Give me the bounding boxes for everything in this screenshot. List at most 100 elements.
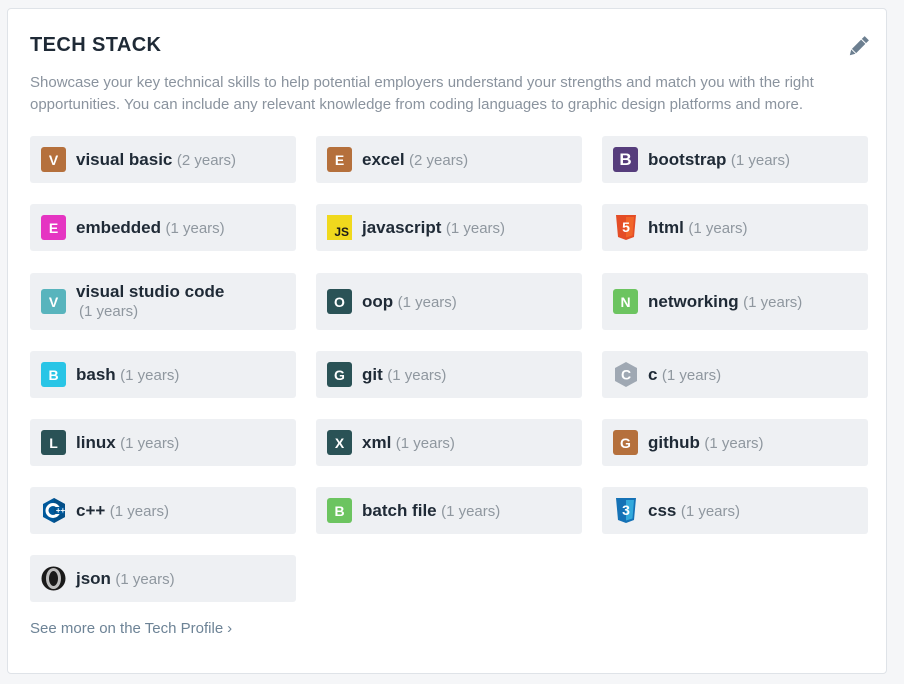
skill-name: excel [362,149,405,169]
tech-profile-link-label: See more on the Tech Profile [30,620,224,637]
skill-years: (1 years) [730,151,791,169]
skill-text: embedded (1 years) [76,218,225,238]
json-icon [41,566,66,591]
skill-tile-json[interactable]: json (1 years) [30,555,296,602]
skill-years: (2 years) [176,151,237,169]
c-hexagon-icon: C [613,362,638,387]
skill-name: bash [76,364,116,384]
skill-name: xml [362,432,392,452]
letter-n-icon: N [613,289,638,314]
skill-years: (1 years) [79,303,139,320]
skill-tile-oop[interactable]: Ooop (1 years) [316,273,582,330]
letter-g-icon: G [327,362,352,387]
skill-text: html (1 years) [648,218,748,238]
skill-text: c (1 years) [648,365,721,385]
skill-text: c++ (1 years) [76,501,169,521]
skill-years: (1 years) [165,219,225,237]
letter-v-icon: V [41,289,66,314]
tech-profile-link[interactable]: See more on the Tech Profile › [30,620,232,637]
skill-text: bootstrap (1 years) [648,150,790,170]
skill-text: batch file (1 years) [362,501,500,521]
skill-text: visual basic (2 years) [76,150,236,170]
skill-tile-git[interactable]: Ggit (1 years) [316,351,582,398]
skill-tile-xml[interactable]: Xxml (1 years) [316,419,582,466]
skill-text: git (1 years) [362,365,446,385]
pencil-icon[interactable] [846,33,872,59]
skill-tile-bootstrap[interactable]: Bbootstrap (1 years) [602,136,868,183]
skill-years: (1 years) [115,570,175,588]
skill-name: html [648,217,684,237]
skill-name: c++ [76,500,106,520]
svg-text:++: ++ [55,506,65,515]
bootstrap-icon: B [613,147,638,172]
skill-tile-css[interactable]: 3 css (1 years) [602,487,868,534]
svg-text:C: C [620,367,630,383]
svg-text:5: 5 [622,219,630,235]
letter-b-icon: B [327,498,352,523]
skill-tile-batch-file[interactable]: Bbatch file (1 years) [316,487,582,534]
skill-name: github [648,432,700,452]
skill-text: bash (1 years) [76,365,179,385]
svg-text:3: 3 [622,502,630,518]
skill-text: visual studio code (1 years) [76,282,224,321]
skill-text: css (1 years) [648,501,740,521]
skill-years: (1 years) [445,219,506,237]
skill-name: css [648,500,677,520]
skill-name: visual studio code [76,282,225,301]
skill-years: (1 years) [120,366,180,384]
skill-name: networking [648,291,739,311]
skill-tile-visual-basic[interactable]: Vvisual basic (2 years) [30,136,296,183]
skill-text: linux (1 years) [76,433,179,453]
skill-years: (1 years) [743,293,803,311]
skill-years: (1 years) [661,366,722,384]
skill-name: c [648,364,658,384]
skill-name: json [76,568,111,588]
skill-years: (1 years) [680,502,741,520]
skill-tile-visual-studio-code[interactable]: Vvisual studio code (1 years) [30,273,296,330]
section-description: Showcase your key technical skills to he… [30,74,814,113]
skill-years: (1 years) [395,434,455,452]
skill-name: embedded [76,217,162,237]
skill-years: (1 years) [109,502,169,520]
letter-e-icon: E [41,215,66,240]
letter-o-icon: O [327,289,352,314]
skill-tile-networking[interactable]: Nnetworking (1 years) [602,273,868,330]
skill-tile-bash[interactable]: Bbash (1 years) [30,351,296,398]
letter-x-icon: X [327,430,352,455]
skill-years: (2 years) [409,151,469,169]
skill-tile-cplusplus[interactable]: ++ c++ (1 years) [30,487,296,534]
letter-g-icon: G [613,430,638,455]
tech-stack-card: TECH STACK Showcase your key technical s… [7,8,887,674]
skill-tile-github[interactable]: Ggithub (1 years) [602,419,868,466]
letter-l-icon: L [41,430,66,455]
skill-text: github (1 years) [648,433,764,453]
skill-tile-embedded[interactable]: Eembedded (1 years) [30,204,296,251]
skill-text: xml (1 years) [362,433,455,453]
letter-e-icon: E [327,147,352,172]
skill-text: json (1 years) [76,569,175,589]
letter-b-icon: B [41,362,66,387]
skill-name: bootstrap [648,149,727,169]
skill-name: oop [362,291,394,311]
skill-name: linux [76,432,116,452]
javascript-icon: JS [327,215,352,240]
skill-tile-excel[interactable]: Eexcel (2 years) [316,136,582,183]
html5-icon: 5 [613,215,638,240]
skill-text: javascript (1 years) [362,218,505,238]
cpp-hexagon-icon: ++ [41,498,66,523]
skill-name: batch file [362,500,437,520]
skill-years: (1 years) [441,502,501,520]
skill-years: (1 years) [120,434,180,452]
skill-text: excel (2 years) [362,150,468,170]
skill-text: oop (1 years) [362,292,457,312]
chevron-right-icon: › [227,620,233,637]
skill-years: (1 years) [704,434,764,452]
skill-name: git [362,364,383,384]
skill-tile-html[interactable]: 5 html (1 years) [602,204,868,251]
skill-tile-linux[interactable]: Llinux (1 years) [30,419,296,466]
css3-icon: 3 [613,498,638,523]
skill-tile-c[interactable]: Cc (1 years) [602,351,868,398]
skill-text: networking (1 years) [648,292,802,312]
skill-tile-javascript[interactable]: JS javascript (1 years) [316,204,582,251]
skill-years: (1 years) [387,366,447,384]
